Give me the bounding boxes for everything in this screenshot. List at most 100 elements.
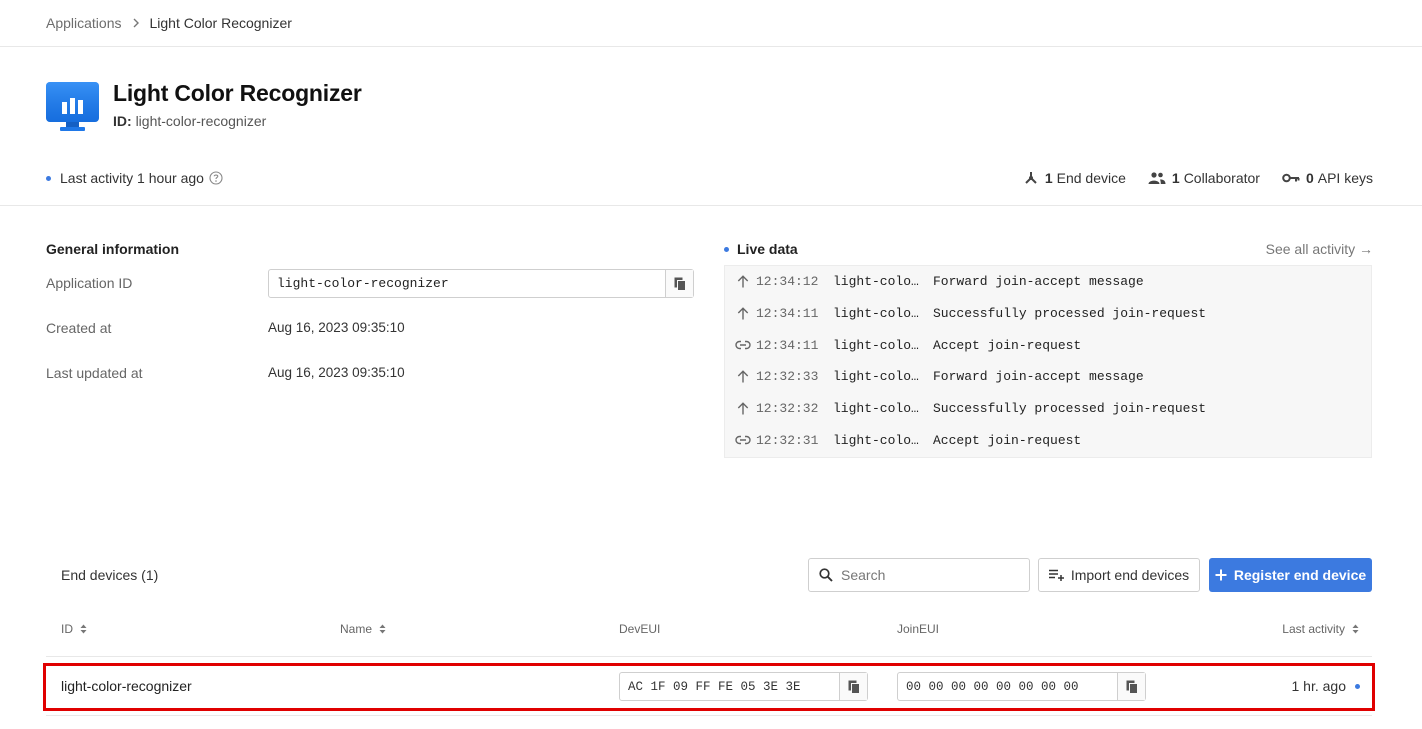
table-header-divider [46,656,1372,657]
arrow-up-icon [725,275,756,288]
application-icon [46,82,99,132]
sort-icon [80,624,87,634]
breadcrumb-current: Light Color Recognizer [149,15,292,31]
chevron-right-icon [132,18,140,28]
joineui-value[interactable]: 00 00 00 00 00 00 00 00 [898,673,1117,700]
event-time: 12:32:31 [756,432,819,448]
arrow-up-icon [725,402,756,415]
api-keys-count: 0 [1305,170,1314,186]
section-divider [0,205,1422,206]
event-time: 12:34:11 [756,337,819,353]
people-icon [1148,172,1166,184]
breadcrumb: Applications Light Color Recognizer [46,13,292,33]
search-icon [819,568,833,582]
copy-icon [848,680,860,694]
live-event-row[interactable]: 12:32:32 light-colo… Successfully processe… [725,393,1371,425]
event-message: Successfully processed join-request [933,401,1207,417]
header-divider [0,46,1422,47]
end-devices-count: 1 [1044,170,1053,186]
see-all-activity-link[interactable]: See all activity → [1266,241,1373,257]
event-message: Accept join-request [933,337,1082,353]
application-id-label: Application ID [46,275,133,291]
event-time: 12:34:11 [756,306,819,322]
application-id-subtitle: ID: light-color-recognizer [113,113,266,129]
collaborators-stat[interactable]: 1 Collaborator [1148,170,1260,186]
event-device: light-colo… [833,306,919,322]
created-at-value: Aug 16, 2023 09:35:10 [268,320,405,335]
deveui-value[interactable]: AC 1F 09 FF FE 05 3E 3E [620,673,839,700]
link-icon [725,340,756,350]
event-message: Accept join-request [933,432,1082,448]
end-devices-label: End device [1056,170,1126,186]
last-updated-value: Aug 16, 2023 09:35:10 [268,365,405,380]
sort-icon [379,624,386,634]
key-icon [1282,173,1300,183]
copy-joineui-button[interactable] [1117,673,1145,700]
import-end-devices-label: Import end devices [1070,567,1190,583]
help-icon[interactable] [209,171,223,185]
end-devices-stat[interactable]: 1 End device [1023,170,1126,186]
live-event-row[interactable]: 12:32:33 light-colo… Forward join-accept m… [725,361,1371,393]
arrow-up-icon [725,307,756,320]
end-devices-title: End devices (1) [61,567,159,583]
event-time: 12:34:12 [756,274,819,290]
collaborators-label: Collaborator [1183,170,1260,186]
event-message: Forward join-accept message [933,369,1144,385]
last-updated-label: Last updated at [46,365,143,381]
event-device: light-colo… [833,274,919,290]
live-event-row[interactable]: 12:32:31 light-colo… Accept join-request [725,424,1371,456]
column-id-label: ID [61,622,73,636]
register-end-device-button[interactable]: Register end device [1209,558,1372,592]
live-data-title: Live data [724,241,798,257]
api-keys-stat[interactable]: 0 API keys [1282,170,1373,186]
device-network-icon [1025,172,1037,184]
playlist-add-icon [1048,569,1064,581]
live-event-row[interactable]: 12:34:11 light-colo… Accept join-request [725,329,1371,361]
application-id-field: light-color-recognizer [268,269,694,298]
column-deveui-label: DevEUI [619,622,661,636]
live-data-feed[interactable]: 12:34:12 light-colo… Forward join-accept m… [724,265,1372,458]
id-label: ID: [113,113,132,129]
copy-deveui-button[interactable] [839,673,867,700]
event-device: light-colo… [833,401,919,417]
column-header-name[interactable]: Name [340,622,386,636]
last-activity-text: Last activity 1 hour ago [60,170,204,186]
device-id-cell[interactable]: light-color-recognizer [61,678,192,694]
register-end-device-label: Register end device [1233,567,1367,583]
column-last-activity-label: Last activity [1282,622,1345,636]
copy-icon [1126,680,1138,694]
device-last-activity-text: 1 hr. ago [1291,678,1347,694]
page-title: Light Color Recognizer [113,80,362,106]
event-time: 12:32:32 [756,401,819,417]
api-keys-label: API keys [1317,170,1373,186]
copy-application-id-button[interactable] [665,270,693,297]
joineui-field: 00 00 00 00 00 00 00 00 [897,672,1146,701]
search-field[interactable] [808,558,1030,592]
deveui-field: AC 1F 09 FF FE 05 3E 3E [619,672,868,701]
status-dot-icon [46,175,51,181]
id-value: light-color-recognizer [135,113,267,129]
copy-icon [674,277,686,291]
event-message: Forward join-accept message [933,274,1144,290]
table-row-divider [46,715,1372,716]
column-name-label: Name [340,622,373,636]
event-time: 12:32:33 [756,369,819,385]
event-device: light-colo… [833,369,919,385]
sort-icon [1352,624,1359,634]
breadcrumb-applications-link[interactable]: Applications [46,15,122,31]
event-message: Successfully processed join-request [933,306,1207,322]
column-header-id[interactable]: ID [61,622,87,636]
live-event-row[interactable]: 12:34:12 light-colo… Forward join-accept m… [725,266,1371,298]
last-activity-status: Last activity 1 hour ago [46,170,223,186]
live-event-row[interactable]: 12:34:11 light-colo… Successfully processe… [725,298,1371,330]
import-end-devices-button[interactable]: Import end devices [1038,558,1200,592]
column-header-last-activity[interactable]: Last activity [1282,622,1359,636]
arrow-up-icon [725,370,756,383]
application-id-value[interactable]: light-color-recognizer [269,270,665,297]
live-data-label: Live data [737,241,798,257]
search-input[interactable] [841,567,1011,583]
column-joineui-label: JoinEUI [897,622,940,636]
column-header-joineui: JoinEUI [897,622,939,636]
created-at-label: Created at [46,320,112,336]
application-stats: 1 End device 1 Collaborator 0 API keys [1001,170,1373,186]
